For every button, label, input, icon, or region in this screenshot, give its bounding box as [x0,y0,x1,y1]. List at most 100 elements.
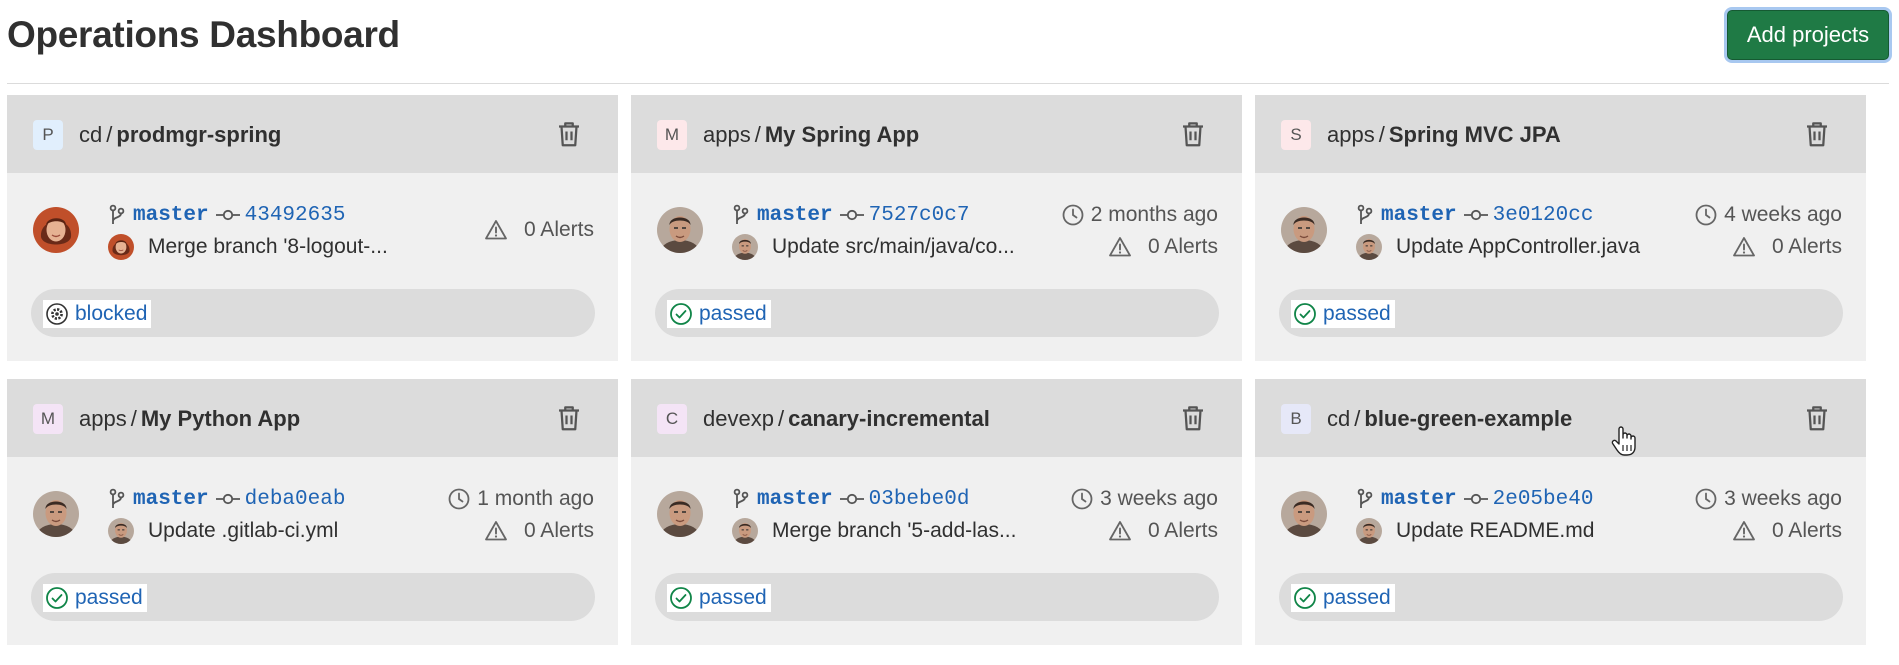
author-avatar[interactable] [657,207,703,253]
pipeline-status-bar: passed [31,573,595,621]
clock-icon [448,488,470,510]
project-title[interactable]: cd / blue-green-example [1327,404,1572,434]
commit-author-avatar[interactable] [1356,518,1382,544]
author-avatar[interactable] [1281,207,1327,253]
commit-message[interactable]: Update src/main/java/co... [772,235,1015,259]
remove-project-button[interactable] [1178,403,1208,433]
alerts-count: 0 Alerts [523,218,594,241]
branch-link[interactable]: master [133,204,209,227]
branch-link[interactable]: master [1381,204,1457,227]
branch-link[interactable]: master [133,488,209,511]
branch-icon [1357,204,1373,224]
author-avatar[interactable] [33,491,79,537]
project-name[interactable]: Spring MVC JPA [1389,122,1561,147]
commit-author-avatar[interactable] [1356,234,1382,260]
alerts[interactable]: 0 Alerts [484,216,594,244]
remove-project-button[interactable] [554,403,584,433]
project-avatar: B [1281,404,1311,434]
trash-icon [1807,406,1827,431]
card-header: C devexp / canary-incremental [631,379,1242,457]
commit-author-avatar[interactable] [108,234,134,260]
commit-message[interactable]: Update README.md [1396,519,1594,543]
pipeline-status-bar: passed [655,573,1219,621]
last-deployed: 3 weeks ago [1694,485,1842,513]
pipeline-status-badge[interactable]: passed [1291,584,1395,612]
project-namespace[interactable]: apps [79,406,127,431]
pipeline-status-badge[interactable]: passed [43,584,147,612]
alerts[interactable]: 0 Alerts [1108,517,1218,545]
commit-line: Merge branch '8-logout-... [108,233,388,261]
branch-link[interactable]: master [757,488,833,511]
trash-icon [1807,122,1827,147]
commit-message[interactable]: Update .gitlab-ci.yml [148,519,338,543]
commit-message[interactable]: Update AppController.java [1396,235,1640,259]
card-header: S apps / Spring MVC JPA [1255,95,1866,173]
remove-project-button[interactable] [1802,403,1832,433]
last-deployed-time: 1 month ago [477,487,594,510]
alerts-count: 0 Alerts [1771,235,1842,258]
branch-line: master deba0eab [108,485,345,513]
project-name[interactable]: blue-green-example [1364,406,1572,431]
commit-icon [839,209,864,221]
commit-author-avatar[interactable] [732,234,758,260]
author-avatar[interactable] [33,207,79,253]
project-namespace[interactable]: cd [79,122,102,147]
commit-line: Update src/main/java/co... [732,233,1015,261]
remove-project-button[interactable] [1178,119,1208,149]
alerts[interactable]: 0 Alerts [1732,517,1842,545]
author-avatar[interactable] [657,491,703,537]
path-separator: / [1354,406,1361,431]
project-avatar: P [33,120,63,150]
project-title[interactable]: cd / prodmgr-spring [79,120,281,150]
project-title[interactable]: devexp / canary-incremental [703,404,990,434]
alerts[interactable]: 0 Alerts [1108,233,1218,261]
project-title[interactable]: apps / My Python App [79,404,300,434]
project-namespace[interactable]: devexp [703,406,774,431]
commit-sha-link[interactable]: 43492635 [245,204,346,227]
branch-link[interactable]: master [757,204,833,227]
man-avatar-image [1281,207,1327,253]
commit-message[interactable]: Merge branch '8-logout-... [148,235,388,259]
commit-author-avatar[interactable] [108,518,134,544]
project-name[interactable]: My Spring App [765,122,919,147]
project-namespace[interactable]: apps [703,122,751,147]
pipeline-status-badge[interactable]: passed [1291,300,1395,328]
commit-sha-link[interactable]: 03bebe0d [869,488,970,511]
pipeline-status-badge[interactable]: passed [667,300,771,328]
commit-message[interactable]: Merge branch '5-add-las... [772,519,1016,543]
project-name[interactable]: prodmgr-spring [116,122,281,147]
add-projects-button[interactable]: Add projects [1727,10,1889,60]
remove-project-button[interactable] [554,119,584,149]
commit-author-avatar[interactable] [732,518,758,544]
pipeline-status-badge[interactable]: blocked [43,300,152,328]
commit-sha-link[interactable]: 7527c0c7 [869,204,970,227]
branch-link[interactable]: master [1381,488,1457,511]
man-avatar-image [1356,518,1382,544]
project-name[interactable]: canary-incremental [788,406,990,431]
card-header: M apps / My Python App [7,379,618,457]
commit-sha-link[interactable]: 3e0120cc [1493,204,1594,227]
pipeline-status-badge[interactable]: passed [667,584,771,612]
alerts[interactable]: 0 Alerts [1732,233,1842,261]
commit-icon [839,493,864,505]
commit-sha-link[interactable]: deba0eab [245,488,346,511]
commit-line: Merge branch '5-add-las... [732,517,1016,545]
project-name[interactable]: My Python App [141,406,300,431]
pipeline-status-bar: passed [1279,289,1843,337]
alerts[interactable]: 0 Alerts [484,517,594,545]
project-title[interactable]: apps / My Spring App [703,120,919,150]
project-title[interactable]: apps / Spring MVC JPA [1327,120,1561,150]
pipeline-status-text: passed [1323,586,1391,609]
last-deployed-time: 4 weeks ago [1724,203,1842,226]
commit-sha-link[interactable]: 2e05be40 [1493,488,1594,511]
passed-check-icon [46,587,68,609]
remove-project-button[interactable] [1802,119,1832,149]
project-namespace[interactable]: cd [1327,406,1350,431]
clock-icon [1695,204,1717,226]
hand-cursor-icon [1611,426,1636,456]
path-separator: / [777,406,785,431]
project-avatar: M [33,404,63,434]
author-avatar[interactable] [1281,491,1327,537]
project-namespace[interactable]: apps [1327,122,1375,147]
last-deployed: 4 weeks ago [1694,201,1842,229]
